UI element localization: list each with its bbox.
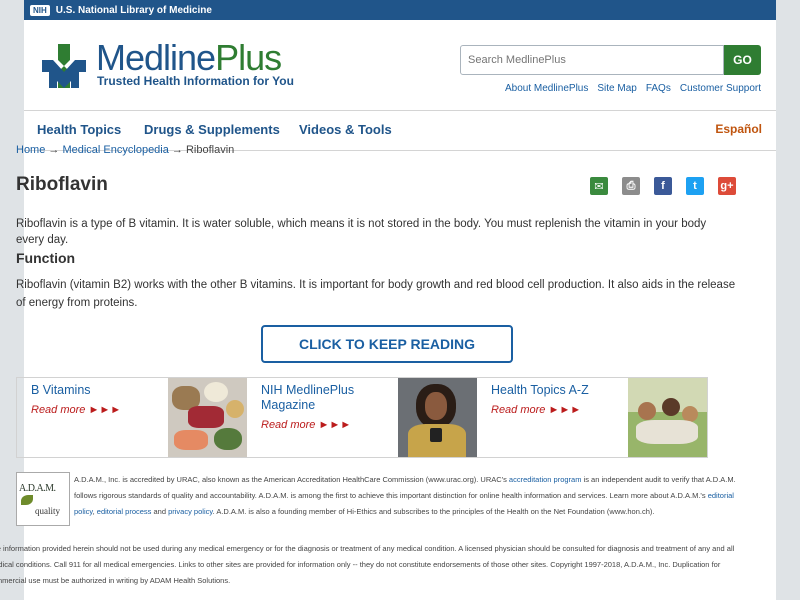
card-health-topics-az[interactable]: Health Topics A-Z Read more ►►► [477, 378, 707, 457]
keep-reading-button[interactable]: CLICK TO KEEP READING [261, 325, 513, 363]
card-medlineplus-magazine[interactable]: NIH MedlinePlus Magazine Read more ►►► [247, 378, 477, 457]
search-input[interactable] [460, 45, 724, 75]
editorial-process-link[interactable]: editorial process [97, 507, 152, 516]
site-map-link[interactable]: Site Map [597, 83, 636, 94]
privacy-policy-link[interactable]: privacy policy [168, 507, 212, 516]
card-title[interactable]: NIH MedlinePlus Magazine [261, 383, 398, 413]
google-plus-icon[interactable]: g+ [718, 177, 736, 195]
site-title[interactable]: MedlinePlus [96, 37, 282, 79]
read-more-link[interactable]: Read more ►►► [31, 404, 168, 416]
function-heading: Function [16, 250, 76, 266]
search-go-button[interactable]: GO [724, 45, 761, 75]
about-link[interactable]: About MedlinePlus [505, 83, 588, 94]
health-topics-family-image[interactable] [628, 378, 707, 457]
email-icon[interactable]: ✉ [590, 177, 608, 195]
nav-videos-tools[interactable]: Videos & Tools [299, 122, 392, 137]
print-icon[interactable]: ⎙ [622, 177, 640, 195]
leaf-icon [21, 495, 33, 505]
accreditation-program-link[interactable]: accreditation program [509, 475, 582, 484]
breadcrumb-encyclopedia[interactable]: Medical Encyclopedia [62, 144, 168, 156]
adam-logo-main: A.D.A.M. [19, 483, 56, 494]
article-intro: Riboflavin is a type of B vitamin. It is… [16, 218, 707, 246]
breadcrumb-arrow: → [171, 144, 183, 156]
share-icons: ✉ ⎙ f t g+ [590, 177, 736, 195]
spanish-link[interactable]: Español [715, 122, 762, 136]
nih-topbar: NIH U.S. National Library of Medicine [24, 0, 776, 20]
read-more-link[interactable]: Read more ►►► [261, 419, 398, 431]
faqs-link[interactable]: FAQs [646, 83, 671, 94]
breadcrumb-current: Riboflavin [185, 144, 235, 156]
adam-accreditation: A.D.A.M. quality A.D.A.M., Inc. is accre… [16, 472, 736, 532]
card-title[interactable]: B Vitamins [31, 383, 168, 398]
related-cards: B Vitamins Read more ►►► NIH MedlinePlus… [16, 377, 708, 458]
medlineplus-logo-icon[interactable] [38, 40, 90, 92]
b-vitamins-food-image[interactable] [168, 378, 247, 457]
magazine-woman-phone-image[interactable] [398, 378, 477, 457]
facebook-icon[interactable]: f [654, 177, 672, 195]
nih-badge: NIH [30, 4, 50, 16]
breadcrumb-home[interactable]: Home [16, 144, 45, 156]
adam-logo-sub: quality [35, 506, 60, 516]
utility-links: About MedlinePlus Site Map FAQs Customer… [505, 83, 761, 94]
site-header: MedlinePlus Trusted Health Information f… [24, 20, 776, 110]
nav-drugs-supplements[interactable]: Drugs & Supplements [144, 122, 280, 137]
nav-health-topics[interactable]: Health Topics [37, 122, 121, 137]
site-tagline: Trusted Health Information for You [97, 74, 294, 88]
title-plus: Plus [215, 37, 282, 78]
breadcrumb-arrow: → [48, 144, 60, 156]
read-more-link[interactable]: Read more ►►► [491, 404, 628, 416]
card-title[interactable]: Health Topics A-Z [491, 383, 628, 398]
page-title: Riboflavin [16, 174, 108, 195]
function-text: Riboflavin (vitamin B2) works with the o… [16, 279, 736, 309]
customer-support-link[interactable]: Customer Support [680, 83, 761, 94]
adam-statement: A.D.A.M., Inc. is accredited by URAC, al… [74, 475, 736, 516]
breadcrumb: Home → Medical Encyclopedia → Riboflavin [16, 144, 234, 156]
title-medline: Medline [96, 37, 216, 78]
twitter-icon[interactable]: t [686, 177, 704, 195]
nih-library-label[interactable]: U.S. National Library of Medicine [56, 5, 212, 16]
adam-quality-logo[interactable]: A.D.A.M. quality [16, 472, 70, 526]
medical-disclaimer: The information provided herein should n… [0, 544, 735, 585]
card-b-vitamins[interactable]: B Vitamins Read more ►►► [17, 378, 247, 457]
